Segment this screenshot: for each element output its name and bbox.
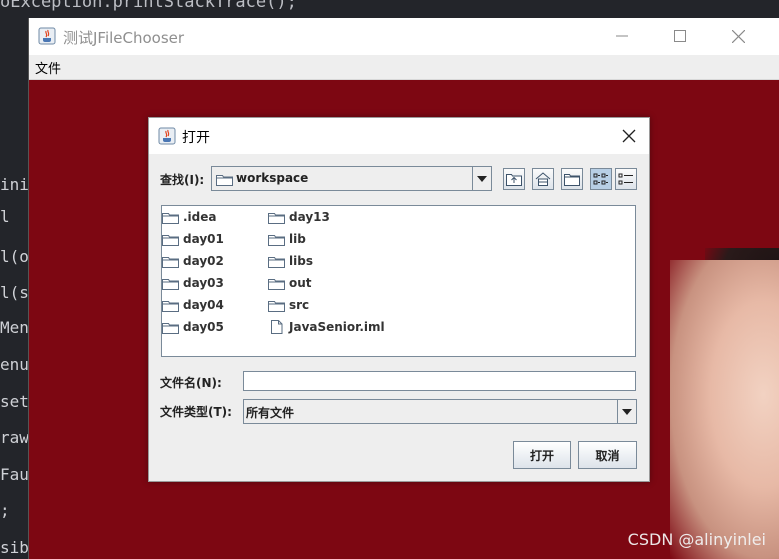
dialog-close-button[interactable] [615, 123, 643, 149]
code-fragment: l(op [0, 247, 28, 266]
outer-window-title: 测试JFileChooser [63, 29, 185, 47]
file-list-item-label: day13 [289, 210, 330, 224]
new-folder-button[interactable] [561, 168, 583, 190]
code-line: oException.printStackTrace(); [0, 0, 297, 12]
file-list-item[interactable]: out [268, 274, 312, 292]
menu-bar: 文件 [29, 55, 779, 80]
file-list-item-label: day01 [183, 232, 224, 246]
file-list-item-label: day05 [183, 320, 224, 334]
folder-icon [162, 279, 179, 290]
file-list-item-label: day04 [183, 298, 224, 312]
code-fragment: ; [0, 501, 10, 520]
file-list-item-label: out [289, 276, 312, 290]
folder-icon [268, 301, 285, 312]
up-one-level-button[interactable] [503, 168, 525, 190]
file-list[interactable]: .idea day01 day02 day03 day04 day05 day13 lib li… [161, 205, 636, 357]
folder-icon [268, 235, 285, 246]
open-file-dialog: 打开 查找(I): workspace .idea day01 day02 da… [148, 117, 650, 482]
code-fragment: set [0, 392, 28, 411]
code-fragment: rawA [0, 428, 28, 447]
look-in-label: 查找(I): [160, 173, 205, 187]
file-list-item-label: lib [289, 232, 306, 246]
file-name-label: 文件名(N): [160, 376, 222, 390]
open-button[interactable]: 打开 [513, 441, 571, 469]
menu-file[interactable]: 文件 [35, 58, 61, 77]
file-list-item[interactable]: JavaSenior.iml [268, 318, 385, 336]
file-type-value: 所有文件 [246, 406, 295, 420]
folder-icon [268, 257, 285, 268]
java-icon [38, 27, 56, 45]
folder-icon [162, 257, 179, 268]
code-fragment: init [0, 175, 28, 194]
file-list-item-label: src [289, 298, 310, 312]
close-button[interactable] [715, 22, 761, 50]
look-in-value: workspace [236, 171, 309, 185]
code-fragment: Faul [0, 465, 28, 484]
file-list-item[interactable]: src [268, 296, 309, 314]
details-view-button[interactable] [615, 168, 637, 190]
folder-icon [162, 323, 179, 334]
background-photo [670, 260, 779, 559]
file-list-item-label: libs [289, 254, 313, 268]
file-list-item[interactable]: day02 [162, 252, 224, 270]
list-view-icon [593, 173, 608, 185]
watermark: CSDN @alinyinlei [627, 530, 766, 549]
folder-icon [268, 279, 285, 290]
file-icon [271, 320, 283, 334]
file-list-item-label: JavaSenior.iml [289, 320, 385, 334]
new-folder-icon [564, 174, 580, 186]
folder-icon [216, 175, 233, 186]
file-list-item[interactable]: day13 [268, 208, 330, 226]
file-list-item[interactable]: day04 [162, 296, 224, 314]
file-list-item[interactable]: day01 [162, 230, 224, 248]
folder-icon [162, 213, 179, 224]
chevron-down-icon [622, 408, 632, 415]
file-list-item[interactable]: lib [268, 230, 306, 248]
java-icon [158, 127, 176, 145]
dialog-title: 打开 [182, 130, 210, 146]
home-button[interactable] [532, 168, 554, 190]
outer-titlebar: 测试JFileChooser [29, 18, 779, 55]
file-list-item-label: day02 [183, 254, 224, 268]
dropdown-arrow[interactable] [617, 400, 636, 423]
cancel-button[interactable]: 取消 [578, 441, 637, 469]
folder-icon [162, 301, 179, 312]
file-list-item[interactable]: day03 [162, 274, 224, 292]
folder-icon [162, 235, 179, 246]
up-one-level-icon [506, 174, 522, 186]
chevron-down-icon [477, 175, 487, 182]
code-fragment: Men [0, 318, 28, 337]
look-in-combo[interactable]: workspace [211, 166, 492, 191]
dialog-titlebar: 打开 [149, 118, 649, 154]
folder-icon [268, 213, 285, 224]
close-icon [731, 29, 745, 43]
code-fragment: sibl [0, 538, 28, 557]
file-name-input[interactable] [243, 371, 636, 391]
details-view-icon [618, 173, 633, 185]
code-fragment: l(sa [0, 283, 28, 302]
file-list-item-label: .idea [183, 210, 217, 224]
file-list-item[interactable]: day05 [162, 318, 224, 336]
code-fragment: l [0, 207, 10, 226]
file-type-label: 文件类型(T): [160, 405, 232, 419]
maximize-icon [674, 30, 686, 42]
file-list-item-label: day03 [183, 276, 224, 290]
minimize-icon [616, 35, 628, 37]
home-icon [535, 172, 551, 186]
close-icon [622, 129, 636, 143]
dropdown-arrow[interactable] [472, 167, 491, 190]
file-list-item[interactable]: libs [268, 252, 313, 270]
minimize-button[interactable] [599, 22, 645, 50]
code-fragment: enuB [0, 355, 28, 374]
file-list-item[interactable]: .idea [162, 208, 217, 226]
list-view-button[interactable] [590, 168, 612, 190]
maximize-button[interactable] [657, 22, 703, 50]
file-type-combo[interactable]: 所有文件 [243, 399, 637, 424]
